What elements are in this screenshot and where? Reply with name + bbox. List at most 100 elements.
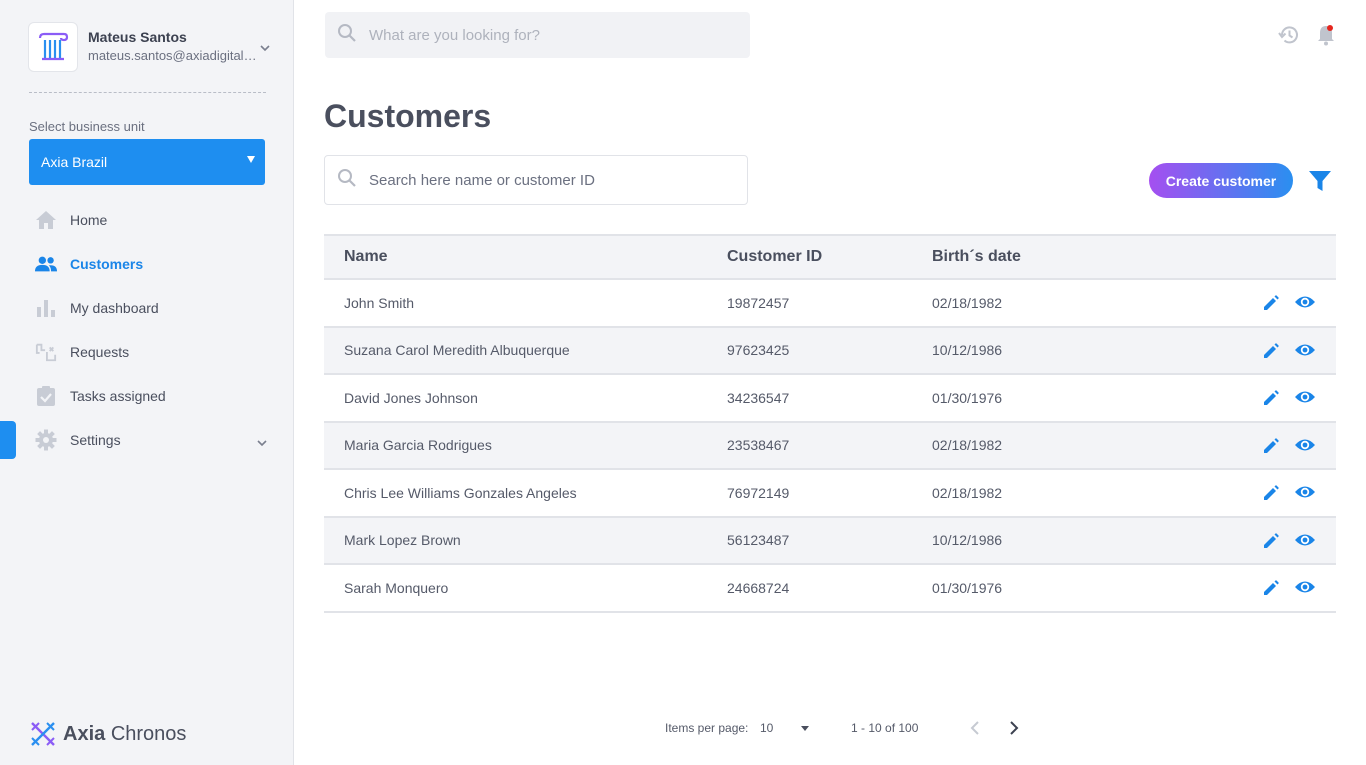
view-customer-button[interactable]	[1294, 437, 1316, 458]
sidebar-item-label: Tasks assigned	[70, 388, 166, 404]
edit-customer-button[interactable]	[1262, 437, 1280, 460]
filter-icon	[1308, 171, 1332, 197]
pencil-icon	[1262, 437, 1280, 459]
search-icon	[337, 168, 357, 193]
app-brand: Axia Chronos	[29, 720, 186, 748]
chevron-down-icon	[256, 434, 268, 452]
table-row[interactable]: Mark Lopez Brown 56123487 10/12/1986	[324, 517, 1336, 565]
page-title: Customers	[324, 98, 492, 134]
requests-icon	[35, 341, 57, 363]
caret-down-icon	[247, 156, 255, 163]
sidebar-item-settings[interactable]: Settings	[0, 418, 294, 462]
business-unit-value: Axia Brazil	[41, 154, 108, 170]
notifications-button[interactable]	[1316, 24, 1336, 51]
view-customer-button[interactable]	[1294, 294, 1316, 315]
edit-customer-button[interactable]	[1262, 532, 1280, 555]
column-header-birth-date[interactable]: Birth´s date	[932, 248, 1021, 266]
view-customer-button[interactable]	[1294, 342, 1316, 363]
sidebar: Mateus Santos mateus.santos@axiadigital.…	[0, 0, 294, 765]
view-customer-button[interactable]	[1294, 579, 1316, 600]
table-row[interactable]: Sarah Monquero 24668724 01/30/1976	[324, 565, 1336, 613]
customer-name: Mark Lopez Brown	[344, 532, 461, 549]
customer-name: Maria Garcia Rodrigues	[344, 437, 492, 454]
chevron-left-icon	[967, 721, 983, 742]
customer-birth-date: 02/18/1982	[932, 294, 1003, 311]
view-customer-button[interactable]	[1294, 532, 1316, 553]
table-row[interactable]: Suzana Carol Meredith Albuquerque 9762342…	[324, 327, 1336, 375]
eye-icon	[1294, 486, 1316, 504]
customer-name: Chris Lee Williams Gonzales Angeles	[344, 484, 577, 501]
next-page-button[interactable]	[1006, 718, 1022, 743]
chevron-right-icon	[1006, 721, 1022, 742]
customer-name: John Smith	[344, 294, 415, 311]
edit-customer-button[interactable]	[1262, 294, 1280, 317]
sidebar-divider	[29, 92, 266, 93]
customer-id: 19872457	[727, 294, 790, 311]
filter-button[interactable]	[1308, 169, 1332, 198]
global-search	[325, 12, 750, 58]
history-button[interactable]	[1278, 24, 1300, 51]
caret-down-icon	[801, 726, 809, 731]
sidebar-item-label: My dashboard	[70, 300, 159, 316]
search-icon	[337, 23, 357, 48]
user-email: mateus.santos@axiadigital.com	[88, 48, 258, 63]
customer-id: 23538467	[727, 437, 790, 454]
pencil-icon	[1262, 295, 1280, 316]
history-icon	[1278, 26, 1300, 50]
table-row[interactable]: David Jones Johnson 34236547 01/30/1976	[324, 375, 1336, 423]
customers-table: Name Customer ID Birth´s date John Smith…	[324, 234, 1336, 613]
sidebar-item-home[interactable]: Home	[0, 198, 294, 242]
table-row[interactable]: John Smith 19872457 02/18/1982	[324, 280, 1336, 328]
column-header-name[interactable]: Name	[344, 248, 388, 266]
previous-page-button[interactable]	[967, 718, 983, 743]
eye-icon	[1294, 534, 1316, 552]
customer-id: 97623425	[727, 342, 790, 359]
customer-id: 76972149	[727, 484, 790, 501]
sidebar-item-customers[interactable]: Customers	[0, 242, 294, 286]
sidebar-item-tasks-assigned[interactable]: Tasks assigned	[0, 374, 294, 418]
items-per-page-select[interactable]: 10	[760, 717, 812, 739]
customer-name: David Jones Johnson	[344, 389, 478, 406]
customer-birth-date: 02/18/1982	[932, 484, 1003, 501]
business-unit-select[interactable]: Axia Brazil	[29, 139, 265, 185]
view-customer-button[interactable]	[1294, 389, 1316, 410]
company-logo	[28, 22, 78, 72]
table-row[interactable]: Maria Garcia Rodrigues 23538467 02/18/1982	[324, 422, 1336, 470]
table-row[interactable]: Chris Lee Williams Gonzales Angeles 76972…	[324, 470, 1336, 518]
eye-icon	[1294, 296, 1316, 314]
items-per-page-label: Items per page:	[665, 721, 749, 735]
brand-name: Axia	[63, 722, 106, 745]
sidebar-item-label: Customers	[70, 256, 144, 272]
edit-customer-button[interactable]	[1262, 342, 1280, 365]
edit-customer-button[interactable]	[1262, 389, 1280, 412]
active-indicator	[0, 421, 16, 459]
global-search-input[interactable]	[369, 26, 729, 44]
customer-id: 24668724	[727, 579, 790, 596]
clipboard-check-icon	[35, 385, 57, 407]
sidebar-nav: Home Customers My dashboard Requests Tas…	[0, 198, 294, 462]
home-icon	[35, 209, 57, 231]
edit-customer-button[interactable]	[1262, 579, 1280, 602]
customer-birth-date: 02/18/1982	[932, 437, 1003, 454]
customer-birth-date: 01/30/1976	[932, 579, 1003, 596]
customer-name: Sarah Monquero	[344, 579, 449, 596]
profile-menu[interactable]: Mateus Santos mateus.santos@axiadigital.…	[28, 21, 273, 73]
view-customer-button[interactable]	[1294, 484, 1316, 505]
eye-icon	[1294, 391, 1316, 409]
sidebar-item-label: Requests	[70, 344, 130, 360]
pencil-icon	[1262, 580, 1280, 601]
axia-logo-icon	[31, 722, 55, 746]
customer-name: Suzana Carol Meredith Albuquerque	[344, 342, 570, 359]
customer-id: 56123487	[727, 532, 790, 549]
eye-icon	[1294, 581, 1316, 599]
items-per-page-value: 10	[760, 721, 774, 735]
edit-customer-button[interactable]	[1262, 484, 1280, 507]
customer-search-input[interactable]	[369, 171, 729, 189]
column-header-customer-id[interactable]: Customer ID	[727, 248, 822, 266]
sidebar-item-requests[interactable]: Requests	[0, 330, 294, 374]
brand-product: Chronos	[110, 722, 187, 745]
create-customer-button[interactable]: Create customer	[1149, 163, 1293, 198]
user-name: Mateus Santos	[88, 29, 187, 45]
gear-icon	[35, 429, 57, 451]
sidebar-item-my-dashboard[interactable]: My dashboard	[0, 286, 294, 330]
